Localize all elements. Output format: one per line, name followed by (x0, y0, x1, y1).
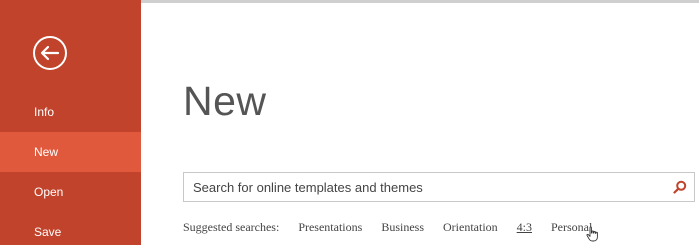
search-box (183, 172, 695, 202)
suggested-searches-label: Suggested searches: (183, 219, 280, 234)
backstage-nav: Info New Open Save (0, 92, 141, 252)
page-title: New (183, 78, 267, 124)
suggested-link-business[interactable]: Business (381, 220, 424, 235)
nav-item-save[interactable]: Save (0, 212, 141, 252)
search-input[interactable] (184, 173, 666, 201)
nav-item-info[interactable]: Info (0, 92, 141, 132)
suggested-link-4-3[interactable]: 4:3 (517, 220, 532, 235)
search-button[interactable] (666, 173, 694, 201)
top-divider (141, 0, 699, 3)
nav-item-open[interactable]: Open (0, 172, 141, 212)
search-icon (673, 180, 687, 194)
backstage-sidebar: Info New Open Save (0, 0, 141, 245)
back-arrow-icon (33, 36, 67, 70)
suggested-searches: Suggested searches: Presentations Busine… (183, 218, 592, 236)
suggested-link-orientation[interactable]: Orientation (443, 220, 498, 235)
suggested-link-presentations[interactable]: Presentations (298, 220, 362, 235)
app-window: Info New Open Save New Suggested searche… (0, 0, 699, 245)
back-button[interactable] (32, 35, 68, 71)
suggested-link-personal[interactable]: Personal (551, 220, 592, 235)
nav-item-new[interactable]: New (0, 132, 141, 172)
main-panel: New Suggested searches: Presentations Bu… (141, 0, 699, 245)
